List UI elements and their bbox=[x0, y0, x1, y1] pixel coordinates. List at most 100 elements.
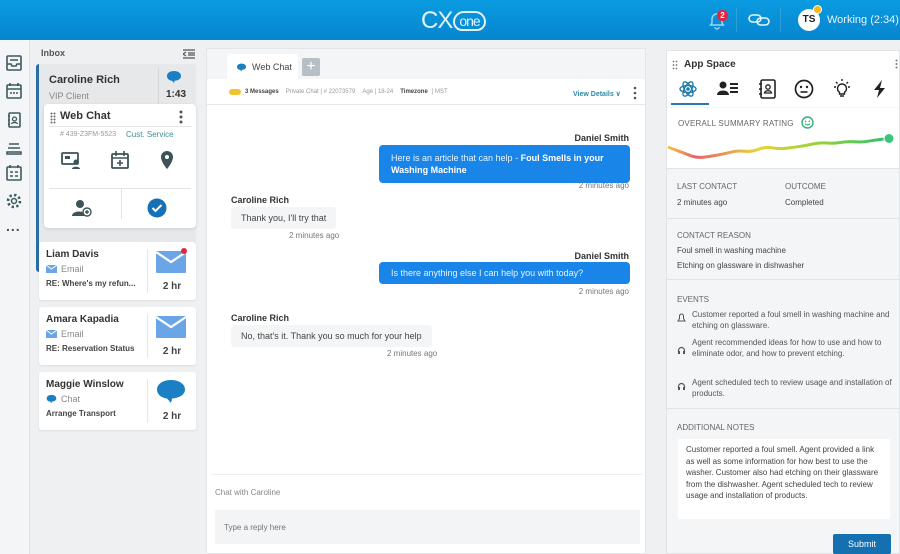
chat-info-bar: 3 Messages Private Chat | # 22073579 Age… bbox=[207, 79, 645, 105]
active-tab-indicator bbox=[671, 103, 709, 105]
app-space-panel: App Space OVERALL SUMMARY RATING LAST CO… bbox=[666, 50, 900, 554]
gear-icon[interactable] bbox=[5, 192, 23, 210]
divider bbox=[147, 379, 148, 423]
timezone-label: Timezone bbox=[400, 88, 428, 95]
channel-label: Email bbox=[61, 264, 84, 274]
last-contact-label: LAST CONTACT bbox=[677, 182, 738, 191]
complete-check-icon[interactable] bbox=[147, 198, 167, 218]
contact-name: Amara Kapadia bbox=[46, 314, 119, 325]
inbox-title: Inbox bbox=[41, 48, 65, 58]
contact-reason-item: Foul smell in washing machine bbox=[677, 246, 786, 255]
link-icon[interactable] bbox=[748, 12, 770, 28]
event-item: Customer reported a foul smell in washin… bbox=[677, 309, 892, 331]
timezone-value: | MST bbox=[431, 88, 448, 95]
left-nav: ... bbox=[0, 40, 30, 554]
subject: RE: Where's my refun... bbox=[46, 279, 136, 288]
chat-icon bbox=[237, 63, 246, 71]
address-book-icon[interactable] bbox=[757, 79, 779, 99]
unread-dot bbox=[181, 248, 187, 254]
email-icon bbox=[46, 265, 57, 273]
tab-label: Web Chat bbox=[252, 62, 292, 72]
contacts-icon[interactable] bbox=[5, 111, 23, 129]
case-category: Cust. Service bbox=[126, 130, 174, 139]
inbox-item[interactable]: Maggie Winslow Chat Arrange Transport 2 … bbox=[39, 372, 196, 430]
view-details-link[interactable]: View Details ∨ bbox=[573, 90, 621, 98]
message-time: 2 minutes ago bbox=[289, 231, 340, 240]
channel-type: Email bbox=[46, 264, 84, 274]
message-count: 3 Messages bbox=[245, 88, 279, 95]
top-bar: CX one 2 TS Working (2:34) bbox=[0, 0, 900, 40]
summary-rating-label: OVERALL SUMMARY RATING bbox=[678, 119, 794, 128]
web-chat-card: Web Chat # 439-Z3FM-5523 Cust. Service bbox=[44, 104, 196, 228]
screen-share-icon[interactable] bbox=[61, 150, 81, 170]
contact-info-section: LAST CONTACT 2 minutes ago OUTCOME Compl… bbox=[667, 168, 899, 218]
inbox-icon[interactable] bbox=[5, 54, 23, 72]
divider bbox=[212, 474, 642, 475]
case-id: # 439-Z3FM-5523 bbox=[60, 131, 117, 138]
contact-reason-item: Etching on glassware in dishwasher bbox=[677, 261, 805, 270]
subject: Arrange Transport bbox=[46, 409, 116, 418]
lightbulb-icon[interactable] bbox=[831, 79, 853, 99]
inbox-item[interactable]: Liam Davis Email RE: Where's my refun...… bbox=[39, 242, 196, 300]
message-sender: Caroline Rich bbox=[231, 195, 290, 205]
submit-button[interactable]: Submit bbox=[833, 534, 891, 554]
chat-panel: Web Chat + 3 Messages Private Chat | # 2… bbox=[206, 48, 646, 554]
contact-name: Caroline Rich bbox=[49, 74, 120, 86]
active-contact-card[interactable]: Caroline Rich VIP Client 1:43 Web Chat #… bbox=[36, 64, 196, 272]
queue-icon[interactable] bbox=[5, 139, 23, 157]
divider bbox=[121, 189, 122, 219]
channel-type: Chat bbox=[46, 394, 80, 404]
message-bubble-outgoing: Here is an article that can help - Foul … bbox=[379, 145, 630, 183]
drag-handle-icon[interactable] bbox=[50, 112, 56, 124]
smiley-icon[interactable] bbox=[793, 79, 815, 99]
message-sender: Caroline Rich bbox=[231, 313, 290, 323]
cxone-logo: CX one bbox=[421, 7, 486, 35]
drag-handle-icon[interactable] bbox=[672, 60, 678, 70]
outcome-label: OUTCOME bbox=[785, 182, 826, 191]
contact-name: Liam Davis bbox=[46, 249, 99, 260]
more-vertical-icon[interactable] bbox=[895, 59, 898, 69]
atom-icon[interactable] bbox=[677, 79, 699, 99]
more-vertical-icon[interactable] bbox=[179, 110, 183, 124]
app-space-title: App Space bbox=[684, 59, 736, 70]
channel-label: Chat bbox=[61, 394, 81, 404]
message-text: Here is an article that can help - bbox=[391, 153, 521, 163]
lightning-icon[interactable] bbox=[869, 79, 891, 99]
calendar-icon[interactable] bbox=[5, 82, 23, 100]
notes-textarea[interactable]: Customer reported a foul smell. Agent pr… bbox=[678, 439, 890, 519]
divider bbox=[147, 249, 148, 293]
tab-web-chat[interactable]: Web Chat bbox=[227, 54, 298, 80]
add-tab-button[interactable]: + bbox=[302, 58, 320, 76]
channel-label: Email bbox=[61, 329, 84, 339]
person-icon bbox=[677, 313, 686, 322]
schedule-icon[interactable] bbox=[5, 164, 23, 182]
location-pin-icon[interactable] bbox=[157, 150, 177, 170]
item-time: 2 hr bbox=[162, 281, 182, 292]
inbox-panel: Inbox Caroline Rich VIP Client 1:43 Web … bbox=[34, 40, 200, 554]
chat-tab-bar: Web Chat + bbox=[207, 49, 645, 80]
divider bbox=[736, 8, 737, 32]
contact-card-icon[interactable] bbox=[717, 79, 739, 99]
logo-one: one bbox=[453, 11, 486, 31]
outcome-value: Completed bbox=[785, 198, 824, 207]
sentiment-line bbox=[667, 137, 891, 159]
reply-input[interactable] bbox=[215, 510, 640, 544]
inbox-item[interactable]: Amara Kapadia Email RE: Reservation Stat… bbox=[39, 307, 196, 365]
contact-name: Maggie Winslow bbox=[46, 379, 124, 390]
agent-status[interactable]: Working (2:34) bbox=[827, 14, 899, 26]
events-label: EVENTS bbox=[677, 295, 710, 304]
add-participant-icon[interactable] bbox=[72, 198, 92, 218]
collapse-menu-icon[interactable] bbox=[183, 49, 195, 59]
logo-cx: CX bbox=[421, 7, 453, 34]
composer-label: Chat with Caroline bbox=[215, 488, 281, 497]
notes-label: ADDITIONAL NOTES bbox=[677, 423, 755, 432]
message-time: 2 minutes ago bbox=[387, 349, 438, 358]
more-vertical-icon[interactable] bbox=[633, 86, 637, 100]
message-time: 2 minutes ago bbox=[578, 181, 629, 190]
calendar-add-icon[interactable] bbox=[110, 150, 130, 170]
age: Age | 18-24 bbox=[362, 88, 394, 95]
contact-timer: 1:43 bbox=[165, 89, 186, 100]
more-icon[interactable]: ... bbox=[6, 218, 21, 234]
divider bbox=[49, 188, 191, 189]
chat-bubble-icon bbox=[167, 71, 181, 83]
